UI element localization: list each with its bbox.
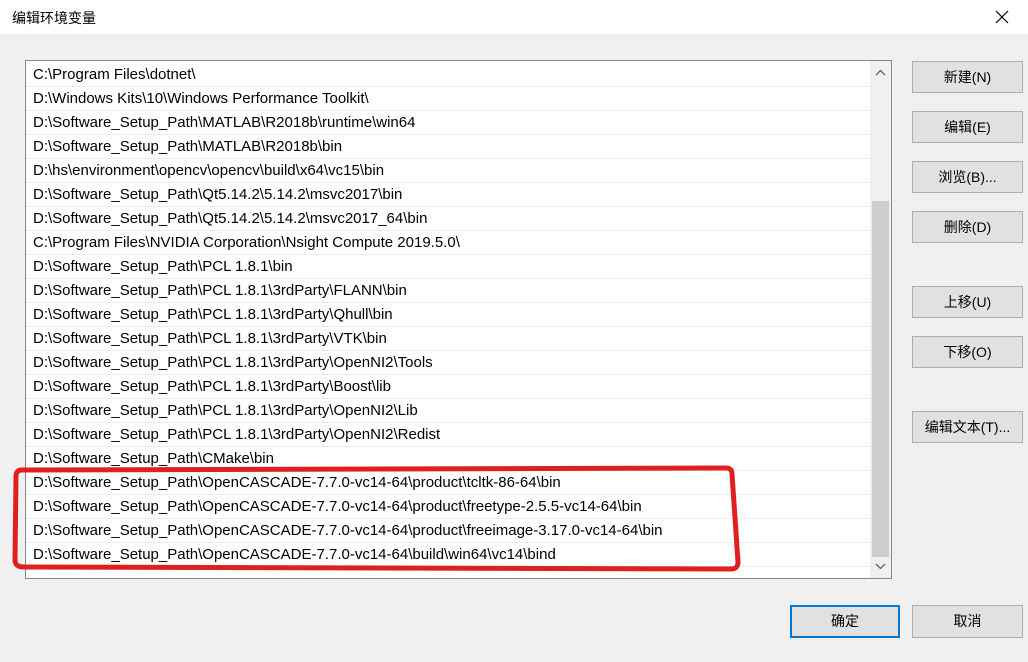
scrollbar-thumb[interactable]	[872, 201, 889, 557]
window-title: 编辑环境变量	[12, 10, 96, 26]
path-listbox[interactable]: C:\Program Files\dotnet\ D:\Windows Kits\…	[25, 60, 892, 579]
vertical-scrollbar[interactable]	[870, 61, 891, 578]
path-list-item[interactable]: D:\hs\environment\opencv\opencv\build\x6…	[26, 159, 871, 183]
path-list-item[interactable]: D:\Software_Setup_Path\OpenCASCADE-7.7.0…	[26, 495, 871, 519]
path-list-item[interactable]: D:\Software_Setup_Path\PCL 1.8.1\bin	[26, 255, 871, 279]
path-list-item[interactable]: D:\Software_Setup_Path\PCL 1.8.1\3rdPart…	[26, 327, 871, 351]
path-list-item[interactable]: D:\Software_Setup_Path\Qt5.14.2\5.14.2\m…	[26, 207, 871, 231]
scroll-down-arrow-icon[interactable]	[870, 556, 891, 576]
new-button[interactable]: 新建(N)	[912, 61, 1023, 93]
path-list-item[interactable]: D:\Software_Setup_Path\PCL 1.8.1\3rdPart…	[26, 399, 871, 423]
path-list-item[interactable]: D:\Software_Setup_Path\OpenCASCADE-7.7.0…	[26, 543, 871, 567]
browse-button[interactable]: 浏览(B)...	[912, 161, 1023, 193]
path-list-item[interactable]: C:\Program Files\dotnet\	[26, 63, 871, 87]
path-list-item[interactable]: D:\Software_Setup_Path\PCL 1.8.1\3rdPart…	[26, 351, 871, 375]
path-list-item[interactable]: C:\Program Files\NVIDIA Corporation\Nsig…	[26, 231, 871, 255]
path-list-item[interactable]: D:\Software_Setup_Path\OpenCASCADE-7.7.0…	[26, 519, 871, 543]
cancel-button[interactable]: 取消	[912, 605, 1023, 638]
path-list-item[interactable]: D:\Software_Setup_Path\PCL 1.8.1\3rdPart…	[26, 303, 871, 327]
edit-text-button[interactable]: 编辑文本(T)...	[912, 411, 1023, 443]
close-icon[interactable]	[988, 0, 1028, 34]
move-down-button[interactable]: 下移(O)	[912, 336, 1023, 368]
path-list-item[interactable]: D:\Software_Setup_Path\CMake\bin	[26, 447, 871, 471]
path-list-item[interactable]: D:\Software_Setup_Path\MATLAB\R2018b\run…	[26, 111, 871, 135]
delete-button[interactable]: 删除(D)	[912, 211, 1023, 243]
move-up-button[interactable]: 上移(U)	[912, 286, 1023, 318]
path-list-item[interactable]: D:\Software_Setup_Path\OpenCASCADE-7.7.0…	[26, 471, 871, 495]
path-list-item[interactable]: D:\Software_Setup_Path\PCL 1.8.1\3rdPart…	[26, 375, 871, 399]
path-list-item[interactable]: D:\Software_Setup_Path\PCL 1.8.1\3rdPart…	[26, 279, 871, 303]
ok-button[interactable]: 确定	[790, 605, 900, 638]
path-list-item[interactable]: D:\Software_Setup_Path\Qt5.14.2\5.14.2\m…	[26, 183, 871, 207]
scroll-up-arrow-icon[interactable]	[870, 63, 891, 83]
edit-button[interactable]: 编辑(E)	[912, 111, 1023, 143]
path-rows: C:\Program Files\dotnet\ D:\Windows Kits\…	[26, 63, 871, 567]
path-list-item[interactable]: D:\Software_Setup_Path\MATLAB\R2018b\bin	[26, 135, 871, 159]
path-list-item[interactable]: D:\Windows Kits\10\Windows Performance T…	[26, 87, 871, 111]
path-list-item[interactable]: D:\Software_Setup_Path\PCL 1.8.1\3rdPart…	[26, 423, 871, 447]
title-bar: 编辑环境变量	[0, 0, 1028, 34]
